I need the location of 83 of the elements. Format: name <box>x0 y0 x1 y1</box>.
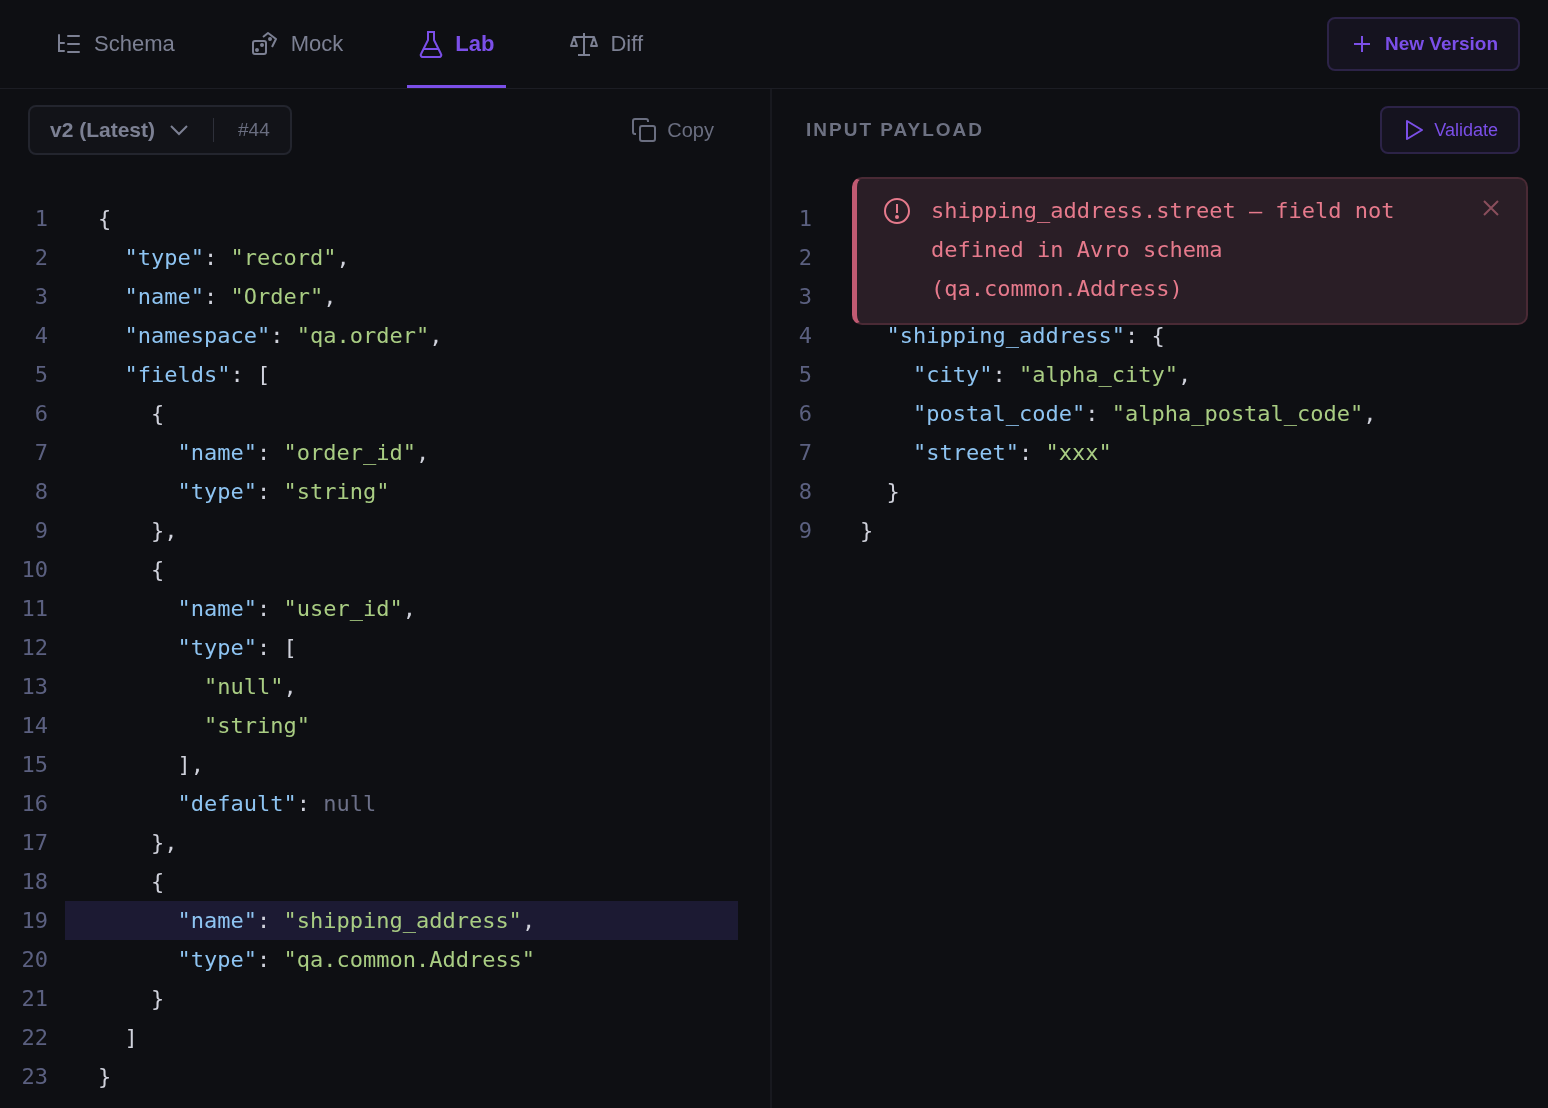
line-number: 8 <box>33 479 48 504</box>
line-number: 6 <box>33 401 48 426</box>
code-line: "type": "qa.common.Address" <box>176 947 536 972</box>
line-number: 23 <box>20 1064 48 1089</box>
code-line: "shipping_address": { <box>885 323 1165 348</box>
line-number: 22 <box>20 1025 48 1050</box>
code-line: } <box>149 986 165 1011</box>
plus-icon <box>1353 35 1371 53</box>
scale-icon <box>570 31 599 57</box>
line-number: 9 <box>33 518 48 543</box>
line-number: 19 <box>20 908 48 933</box>
code-line: { <box>98 206 112 231</box>
line-number: 3 <box>33 284 48 309</box>
code-line: { <box>149 557 165 582</box>
close-icon <box>1482 199 1500 217</box>
line-number: 4 <box>33 323 48 348</box>
code-line: } <box>98 1064 112 1089</box>
line-number: 2 <box>33 245 48 270</box>
code-line: "city": "alpha_city", <box>911 362 1192 387</box>
line-number: 11 <box>20 596 48 621</box>
validate-button[interactable]: Validate <box>1380 106 1520 154</box>
version-selector[interactable]: v2 (Latest) #44 <box>28 105 292 155</box>
line-number: 5 <box>33 362 48 387</box>
code-line: }, <box>149 830 178 855</box>
line-number: 15 <box>20 752 48 777</box>
code-line: "null", <box>202 674 297 699</box>
line-number: 20 <box>20 947 48 972</box>
line-number: 9 <box>797 518 812 543</box>
line-number: 3 <box>797 284 812 309</box>
panel-title: INPUT PAYLOAD <box>806 119 985 141</box>
code-line: "postal_code": "alpha_postal_code", <box>911 401 1377 426</box>
revision-number: #44 <box>238 119 270 141</box>
line-number: 13 <box>20 674 48 699</box>
play-icon <box>1404 119 1425 141</box>
line-number: 17 <box>20 830 48 855</box>
code-line: "string" <box>202 713 310 738</box>
dice-icon <box>250 31 279 57</box>
copy-icon <box>631 117 658 143</box>
code-line: "name": "user_id", <box>176 596 416 621</box>
tab[interactable]: Lab <box>407 0 507 88</box>
version-label: v2 (Latest) <box>50 118 156 142</box>
line-number: 7 <box>797 440 812 465</box>
code-line: } <box>860 518 874 543</box>
line-number: 16 <box>20 791 48 816</box>
code-line: "name": "shipping_address", <box>176 908 536 933</box>
line-number: 18 <box>20 869 48 894</box>
line-number: 6 <box>797 401 812 426</box>
tab[interactable]: Diff <box>558 0 655 88</box>
line-number: 8 <box>797 479 812 504</box>
line-number: 7 <box>33 440 48 465</box>
code-line: "type": "record", <box>123 245 350 270</box>
code-line: "type": [ <box>176 635 297 660</box>
code-line: "type": "string" <box>176 479 390 504</box>
code-line: { <box>149 401 165 426</box>
line-number: 21 <box>20 986 48 1011</box>
code-line: ], <box>176 752 204 777</box>
code-line: "fields": [ <box>123 362 271 387</box>
line-number: 12 <box>20 635 48 660</box>
line-number: 2 <box>797 245 812 270</box>
error-message: shipping_address.street — field not defined in Avro schema (qa.common.Address) <box>931 197 1396 303</box>
code-line: "name": "order_id", <box>176 440 430 465</box>
flask-icon <box>419 30 444 58</box>
line-number: 1 <box>33 206 48 231</box>
code-line: "namespace": "qa.order", <box>123 323 443 348</box>
code-line: { <box>149 869 165 894</box>
code-line: "name": "Order", <box>123 284 337 309</box>
alert-circle-icon <box>883 197 911 225</box>
copy-button[interactable]: Copy <box>625 116 720 144</box>
line-number: 5 <box>797 362 812 387</box>
tab[interactable]: Mock <box>238 0 356 88</box>
line-number: 1 <box>797 206 812 231</box>
tab[interactable]: Schema <box>44 0 187 88</box>
code-line: } <box>885 479 900 504</box>
line-number: 10 <box>20 557 48 582</box>
chevron-down-icon <box>169 124 190 136</box>
code-line: "default": null <box>176 791 377 816</box>
new-version-button[interactable]: New Version <box>1327 17 1520 71</box>
code-line: }, <box>149 518 178 543</box>
code-line: "street": "xxx" <box>911 440 1112 465</box>
line-number: 4 <box>797 323 812 348</box>
list-tree-icon <box>56 33 82 55</box>
line-number: 14 <box>20 713 48 738</box>
code-line: ] <box>123 1025 138 1050</box>
